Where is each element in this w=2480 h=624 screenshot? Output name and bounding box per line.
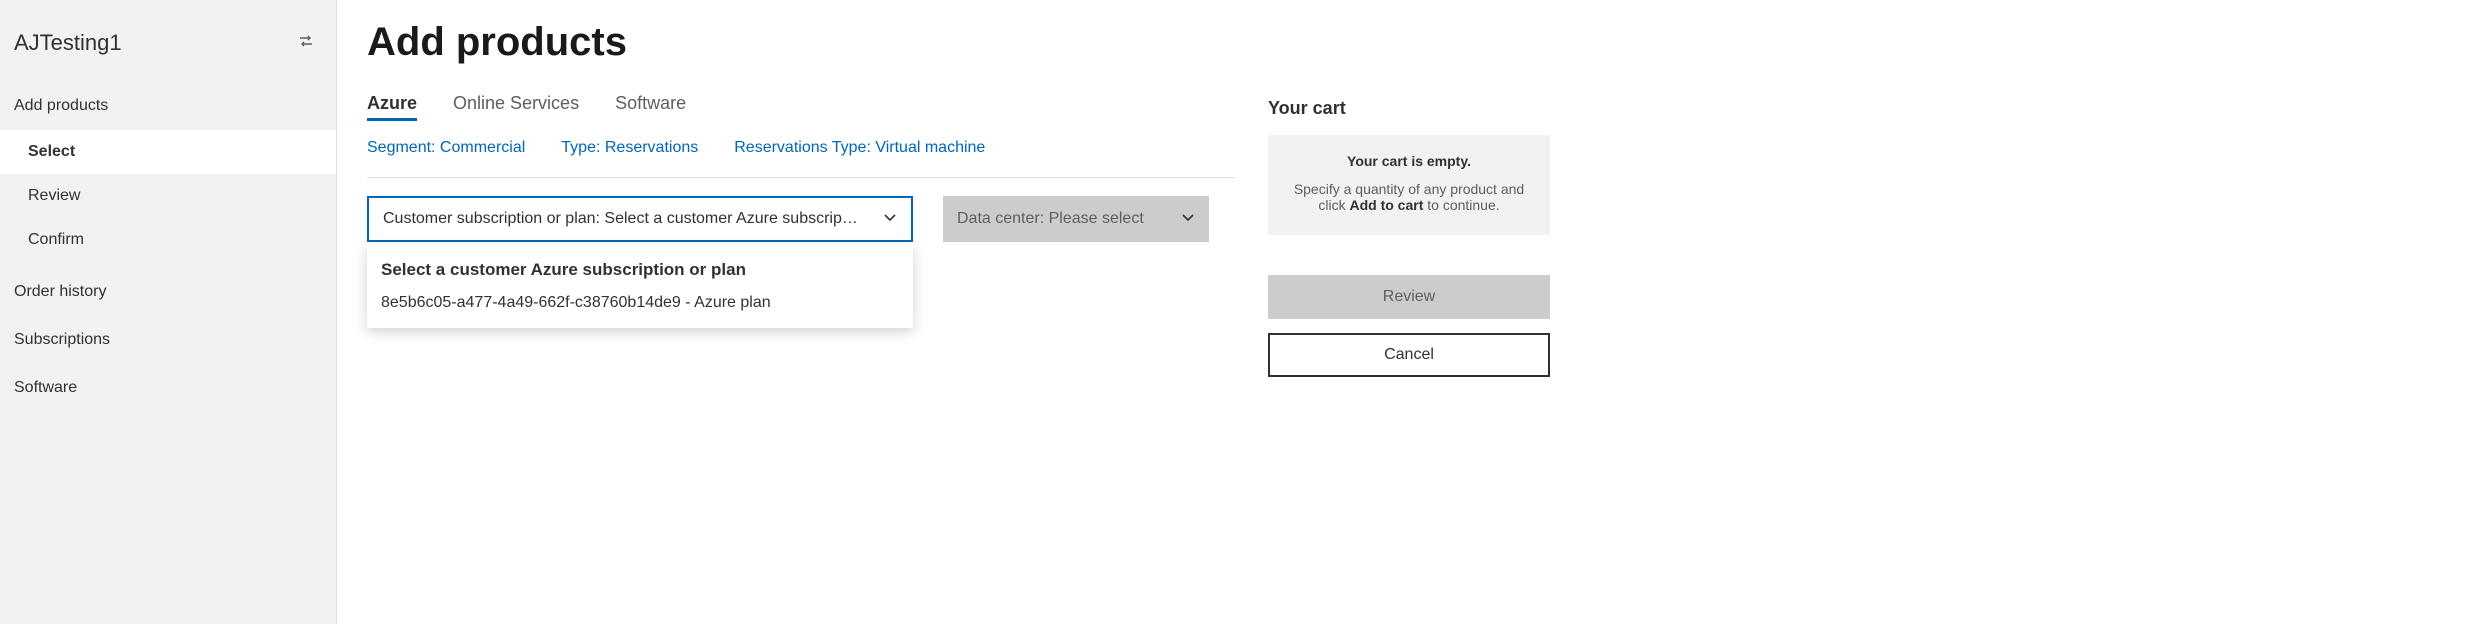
sidebar-header: AJTesting1 [0, 18, 336, 82]
main-left-column: Add products Azure Online Services Softw… [367, 20, 1244, 624]
cart-hint-suffix: to continue. [1423, 197, 1499, 213]
filter-segment[interactable]: Segment: Commercial [367, 139, 525, 157]
tab-software[interactable]: Software [615, 93, 686, 121]
sidebar: AJTesting1 Add products Select Review Co… [0, 0, 337, 624]
subscription-dropdown[interactable]: Customer subscription or plan: Select a … [367, 196, 913, 242]
nav-review[interactable]: Review [0, 174, 336, 218]
page-title: Add products [367, 20, 1244, 65]
chevron-down-icon [1181, 210, 1195, 229]
cart-hint-bold: Add to cart [1349, 197, 1423, 213]
main-content: Add products Azure Online Services Softw… [337, 0, 2480, 624]
datacenter-dropdown[interactable]: Data center: Please select [943, 196, 1209, 242]
nav-confirm[interactable]: Confirm [0, 218, 336, 262]
filter-reservations-type[interactable]: Reservations Type: Virtual machine [734, 139, 985, 157]
cart-title: Your cart [1268, 98, 1550, 119]
cart-empty-box: Your cart is empty. Specify a quantity o… [1268, 135, 1550, 235]
app-root: AJTesting1 Add products Select Review Co… [0, 0, 2480, 624]
nav-subscriptions[interactable]: Subscriptions [0, 316, 336, 364]
cart-buttons: Review Cancel [1268, 275, 1550, 377]
dropdown-group-title: Select a customer Azure subscription or … [381, 254, 899, 284]
product-type-tabs: Azure Online Services Software [367, 93, 1244, 121]
dropdown-row: Customer subscription or plan: Select a … [367, 196, 1244, 242]
datacenter-dropdown-label: Data center: Please select [957, 210, 1144, 228]
cart-empty-heading: Your cart is empty. [1284, 153, 1534, 169]
nav-order-history[interactable]: Order history [0, 268, 336, 316]
customer-name: AJTesting1 [14, 30, 122, 56]
filter-type[interactable]: Type: Reservations [561, 139, 698, 157]
cart-empty-hint: Specify a quantity of any product and cl… [1284, 181, 1534, 213]
switch-directory-icon[interactable] [298, 33, 314, 54]
nav-select[interactable]: Select [0, 130, 336, 174]
review-button[interactable]: Review [1268, 275, 1550, 319]
nav-add-products[interactable]: Add products [0, 82, 336, 130]
tab-online-services[interactable]: Online Services [453, 93, 579, 121]
cart-panel: Your cart Your cart is empty. Specify a … [1268, 20, 1550, 624]
nav-software[interactable]: Software [0, 364, 336, 412]
cancel-button[interactable]: Cancel [1268, 333, 1550, 377]
subscription-dropdown-menu: Select a customer Azure subscription or … [367, 244, 913, 328]
filter-bar: Segment: Commercial Type: Reservations R… [367, 139, 1235, 178]
chevron-down-icon [883, 210, 897, 229]
subscription-dropdown-label: Customer subscription or plan: Select a … [383, 210, 858, 228]
subscription-option-1[interactable]: 8e5b6c05-a477-4a49-662f-c38760b14de9 - A… [381, 284, 899, 314]
tab-azure[interactable]: Azure [367, 93, 417, 121]
